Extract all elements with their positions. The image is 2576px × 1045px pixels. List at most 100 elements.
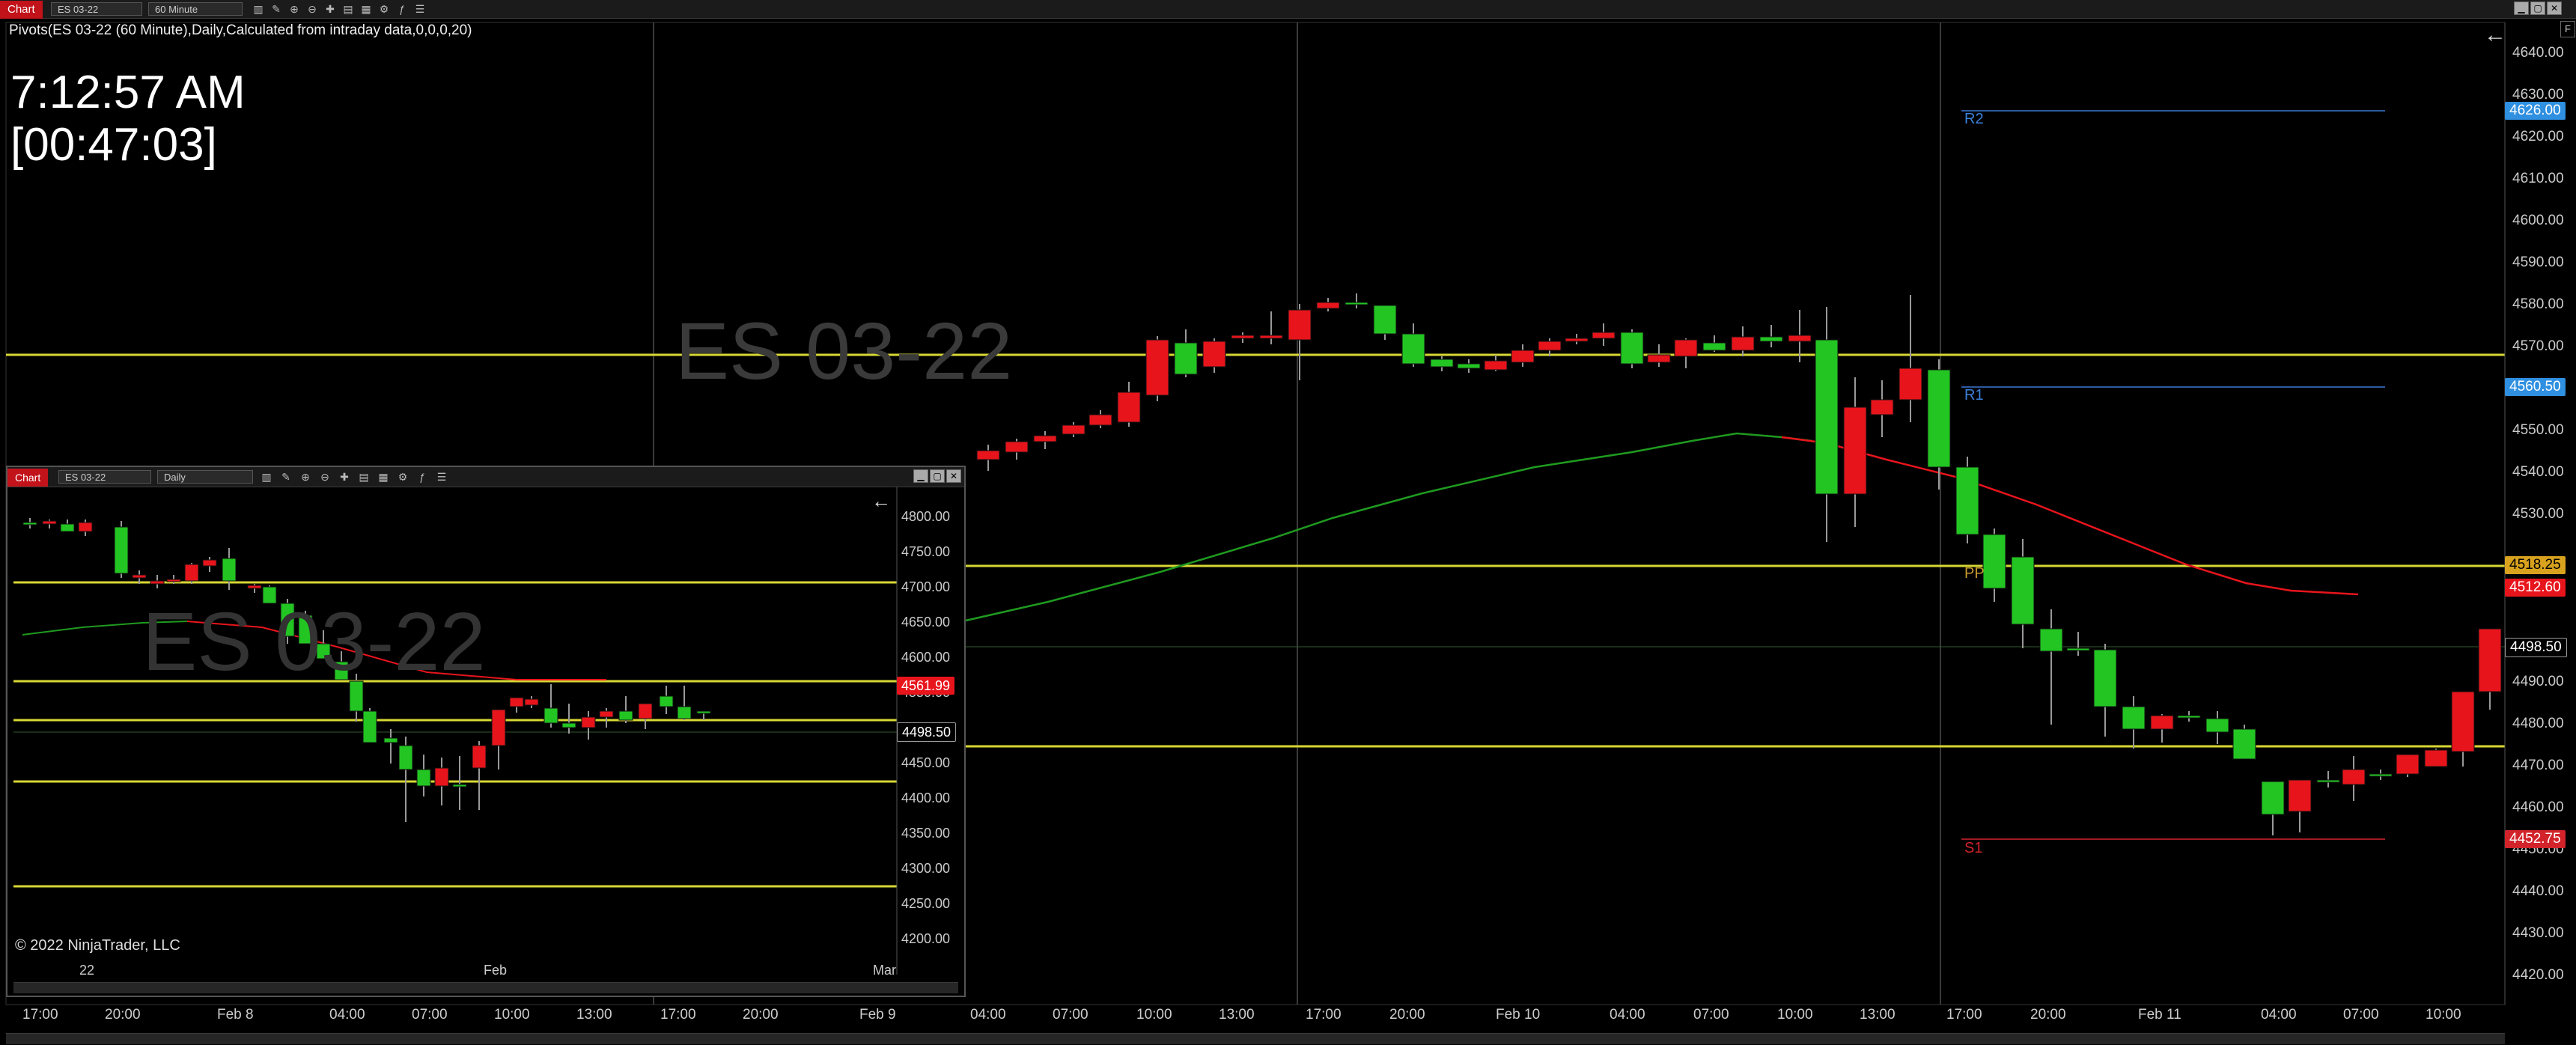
strategy-icon[interactable]: ⚙ xyxy=(395,469,410,484)
time-axis-tick-label: 07:00 xyxy=(412,1007,448,1023)
back-arrow-icon[interactable]: ← xyxy=(2484,22,2506,48)
price-axis-tick-label: 4460.00 xyxy=(2512,799,2564,815)
indicator-icon[interactable]: ƒ xyxy=(395,1,409,16)
price-axis-tick-label: 4430.00 xyxy=(2512,925,2564,941)
inset-price-axis-tick-label: 4250.00 xyxy=(901,896,951,911)
inset-interval-select[interactable]: Daily xyxy=(157,470,253,484)
candle-body xyxy=(2478,628,2502,692)
candle-body xyxy=(1484,360,1508,371)
price-axis-tick-label: 4550.00 xyxy=(2512,422,2564,438)
inset-time-axis[interactable]: 22 Feb Mar xyxy=(7,963,897,981)
candle-body xyxy=(1259,335,1283,339)
time-axis-tick-label: 10:00 xyxy=(2426,1007,2461,1023)
properties-icon[interactable]: ☰ xyxy=(412,1,427,16)
indicator-icon[interactable]: ƒ xyxy=(415,469,430,484)
time-axis-tick-label: Feb 10 xyxy=(1496,1007,1541,1023)
time-axis-tick-label: Feb 8 xyxy=(217,1007,254,1023)
chart-tab[interactable]: Chart xyxy=(0,1,43,19)
instrument-watermark: ES 03-22 xyxy=(675,305,1013,396)
candle-body xyxy=(561,722,576,728)
zoom-out-icon[interactable]: ⊖ xyxy=(317,469,332,484)
properties-icon[interactable]: ☰ xyxy=(434,469,449,484)
horizontal-scrollbar[interactable] xyxy=(6,1033,2505,1044)
candle-body xyxy=(599,710,614,718)
candle-body xyxy=(638,703,653,719)
zoom-out-icon[interactable]: ⊖ xyxy=(305,1,320,16)
candle-body xyxy=(1759,336,1783,342)
pencil-icon[interactable]: ✎ xyxy=(269,1,284,16)
inset-time-axis-tick-label: 22 xyxy=(79,963,95,978)
candle-body xyxy=(150,580,165,585)
candle-body xyxy=(1898,368,1922,400)
interval-select[interactable]: 60 Minute xyxy=(148,2,243,16)
inset-back-arrow-icon[interactable]: ← xyxy=(871,490,891,513)
candle-body xyxy=(1565,338,1589,342)
price-axis-tick-label: 4480.00 xyxy=(2512,716,2564,731)
candle-body xyxy=(472,745,487,769)
time-axis[interactable]: 17:00 20:00 Feb 8 04:00 07:00 10:00 13:00 17:00… xyxy=(0,1007,2505,1029)
candle-body xyxy=(524,698,539,706)
price-axis-tick-label: 4570.00 xyxy=(2512,338,2564,354)
time-axis-tick-label: 10:00 xyxy=(494,1007,530,1023)
pencil-icon[interactable]: ✎ xyxy=(278,469,293,484)
candle-body xyxy=(696,710,711,714)
price-axis-tick-label: 4630.00 xyxy=(2512,87,2564,103)
candle-body xyxy=(581,716,596,728)
inset-price-axis[interactable]: 4800.004750.004700.004650.004600.004550.… xyxy=(901,467,964,976)
inset-ema-badge: 4561.99 xyxy=(897,677,955,695)
price-axis-tick-label: 4620.00 xyxy=(2512,129,2564,144)
bars-icon[interactable]: ▥ xyxy=(259,469,274,484)
candle-body xyxy=(2232,728,2256,760)
candle-body xyxy=(1674,339,1698,357)
candle-body xyxy=(1117,392,1141,423)
price-axis[interactable]: 4640.00 4630.00 4620.00 4610.00 4600.00 4590.… xyxy=(2512,0,2572,1045)
inset-instrument-select[interactable]: ES 03-22 xyxy=(58,470,151,484)
template-icon[interactable]: ▦ xyxy=(376,469,391,484)
candle-body xyxy=(398,745,413,770)
candle-body xyxy=(416,769,431,787)
price-axis-tick-label: 4440.00 xyxy=(2512,883,2564,899)
candle-body xyxy=(2122,706,2146,730)
candle-body xyxy=(1620,332,1644,365)
inset-price-axis-tick-label: 4200.00 xyxy=(901,931,951,946)
zoom-in-icon[interactable]: ⊕ xyxy=(287,1,302,16)
strategy-icon[interactable]: ⚙ xyxy=(377,1,392,16)
candle-body xyxy=(1815,339,1839,495)
zoom-in-icon[interactable]: ⊕ xyxy=(298,469,313,484)
s1-label: S1 xyxy=(1964,840,1983,856)
candle-body xyxy=(2066,648,2090,651)
ema-line xyxy=(1781,436,2359,596)
instrument-select[interactable]: ES 03-22 xyxy=(51,2,142,16)
inset-price-axis-tick-label: 4300.00 xyxy=(901,861,951,876)
candle-body xyxy=(659,695,674,707)
inset-scrollbar[interactable] xyxy=(13,982,958,993)
s1-price-badge: 4452.75 xyxy=(2505,830,2566,848)
candle-body xyxy=(1345,302,1368,305)
price-axis-tick-label: 4470.00 xyxy=(2512,758,2564,773)
time-axis-tick-label: 17:00 xyxy=(660,1007,696,1023)
template-icon[interactable]: ▦ xyxy=(359,1,374,16)
candle-body xyxy=(383,737,398,743)
inset-chart-tab[interactable]: Chart xyxy=(7,469,49,487)
inset-chart[interactable] xyxy=(7,487,964,975)
candle-body xyxy=(976,450,1000,460)
bar-countdown: [00:47:03] xyxy=(10,119,217,171)
inset-chart-window[interactable]: Chart ES 03-22 Daily ▥ ✎ ⊕ ⊖ ✚ ▤ ▦ ⚙ ƒ ☰… xyxy=(6,466,966,997)
data-box-icon[interactable]: ▤ xyxy=(341,1,356,16)
crosshair-icon[interactable]: ✚ xyxy=(337,469,352,484)
ema-price-badge: 4512.60 xyxy=(2505,579,2566,597)
time-axis-tick-label: 10:00 xyxy=(1777,1007,1813,1023)
price-axis-tick-label: 4600.00 xyxy=(2512,213,2564,228)
price-axis-tick-label: 4420.00 xyxy=(2512,967,2564,983)
time-axis-tick-label: 07:00 xyxy=(1053,1007,1088,1023)
candle-body xyxy=(1288,309,1312,341)
candle-body xyxy=(543,707,558,724)
data-box-icon[interactable]: ▤ xyxy=(356,469,371,484)
crosshair-icon[interactable]: ✚ xyxy=(323,1,338,16)
chart-toolbar: Chart ES 03-22 60 Minute ▥ ✎ ⊕ ⊖ ✚ ▤ ▦ ⚙… xyxy=(0,0,2576,19)
candle-body xyxy=(1511,350,1535,363)
time-axis-tick-label: 13:00 xyxy=(576,1007,612,1023)
bars-icon[interactable]: ▥ xyxy=(251,1,266,16)
inset-price-axis-tick-label: 4450.00 xyxy=(901,755,951,770)
time-axis-tick-label: 04:00 xyxy=(2261,1007,2297,1023)
